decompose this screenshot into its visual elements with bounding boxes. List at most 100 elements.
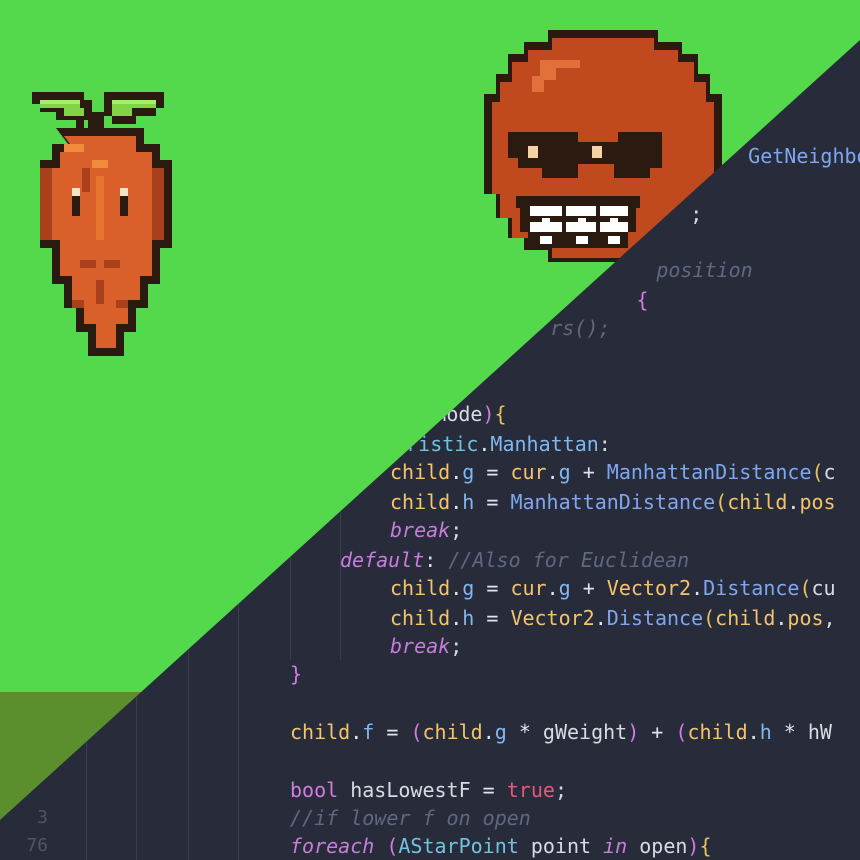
code-token: ( [410, 720, 423, 744]
code-line: break; [390, 516, 462, 544]
code-token: ( [675, 720, 688, 744]
code-token: . [450, 606, 463, 630]
code-token: ; [450, 518, 463, 542]
code-line: child.h = Vector2.Distance(child.pos, [390, 604, 836, 632]
code-line: child.h = ManhattanDistance(child.pos [390, 488, 836, 516]
code-token: . [787, 490, 800, 514]
code-token: = [374, 720, 411, 744]
code-token: child [390, 576, 451, 600]
code-token: child [390, 606, 451, 630]
code-token: . [450, 576, 463, 600]
code-token: ManhattanDistance [510, 490, 716, 514]
code-token: g [494, 720, 507, 744]
code-token: * [771, 720, 808, 744]
code-line: } [290, 660, 302, 688]
code-token: h [462, 490, 475, 514]
code-token: = [474, 460, 511, 484]
code-token: . [478, 432, 491, 456]
code-token: . [450, 490, 463, 514]
code-token: Vector2 [606, 576, 692, 600]
code-line: bool hasLowestF = true; [290, 776, 567, 804]
code-token: * [506, 720, 543, 744]
code-token: ) [482, 402, 495, 426]
code-token: , [823, 606, 836, 630]
code-line: break; [390, 632, 462, 660]
code-token: cu [811, 576, 836, 600]
code-token: //Also for Euclidean [448, 548, 690, 572]
code-token: : [424, 548, 449, 572]
code-token: cur [510, 460, 547, 484]
code-token: . [482, 720, 495, 744]
code-token: pos [787, 606, 824, 630]
code-token: Vector2 [510, 606, 595, 630]
code-token: child [687, 720, 748, 744]
code-token: GetNeighbors [748, 144, 860, 168]
code-token: + [570, 576, 607, 600]
code-token: default [340, 548, 425, 572]
code-token: ( [811, 460, 824, 484]
code-token: . [546, 576, 559, 600]
code-token: ) [627, 720, 640, 744]
code-token: child [390, 460, 451, 484]
code-token: { [494, 402, 507, 426]
code-token: . [450, 460, 463, 484]
code-token: h [462, 606, 475, 630]
code-token: true [506, 778, 555, 802]
code-token: child [715, 606, 776, 630]
code-token: foreach [290, 834, 375, 858]
code-token: child [390, 490, 451, 514]
code-token: g [558, 576, 571, 600]
code-token: child [727, 490, 788, 514]
code-token: = [482, 778, 507, 802]
code-token: = [474, 490, 511, 514]
code-line: foreach (AStarPoint point in open){ [290, 832, 712, 860]
code-token: . [691, 576, 704, 600]
code-token: c [823, 460, 836, 484]
code-token: . [594, 606, 607, 630]
code-token: } [290, 662, 303, 686]
code-token: h [759, 720, 772, 744]
code-token: g [462, 460, 475, 484]
code-token: = [474, 606, 511, 630]
code-token: . [350, 720, 363, 744]
code-token: . [775, 606, 788, 630]
code-line: //if lower f on open [290, 804, 531, 832]
code-token: . [747, 720, 760, 744]
code-token: in [603, 834, 628, 858]
code-token: child [422, 720, 483, 744]
code-token: bool [290, 778, 339, 802]
code-token: = [474, 576, 511, 600]
code-token: ( [715, 490, 728, 514]
code-token: break [390, 634, 451, 658]
code-token: g [558, 460, 571, 484]
code-token: Distance [606, 606, 704, 630]
code-token: cur [510, 576, 547, 600]
code-token: AStarPoint [398, 834, 519, 858]
code-token: ) [687, 834, 700, 858]
code-token: g [462, 576, 475, 600]
code-token: ( [703, 606, 716, 630]
code-token: Distance [703, 576, 800, 600]
code-token: point [518, 834, 604, 858]
code-token: : [598, 432, 611, 456]
code-token: . [546, 460, 559, 484]
code-token: break [390, 518, 451, 542]
code-token: gWeight [542, 720, 628, 744]
code-line: child.f = (child.g * gWeight) + (child.h… [290, 718, 832, 746]
line-number: 76 [26, 835, 48, 856]
code-token: Manhattan [490, 432, 599, 456]
code-token: //if lower f on open [290, 806, 531, 830]
code-token: f [362, 720, 375, 744]
code-token: ( [799, 576, 812, 600]
code-token: hW [807, 720, 832, 744]
code-token: hasLowestF [338, 778, 483, 802]
code-token: { [699, 834, 712, 858]
code-token: + [570, 460, 607, 484]
code-token: { [636, 288, 649, 312]
code-line: default: //Also for Euclidean [340, 546, 689, 574]
code-line: child.g = cur.g + ManhattanDistance(c [390, 458, 836, 486]
code-token: ( [386, 834, 399, 858]
code-token: child [290, 720, 351, 744]
code-token: + [639, 720, 676, 744]
